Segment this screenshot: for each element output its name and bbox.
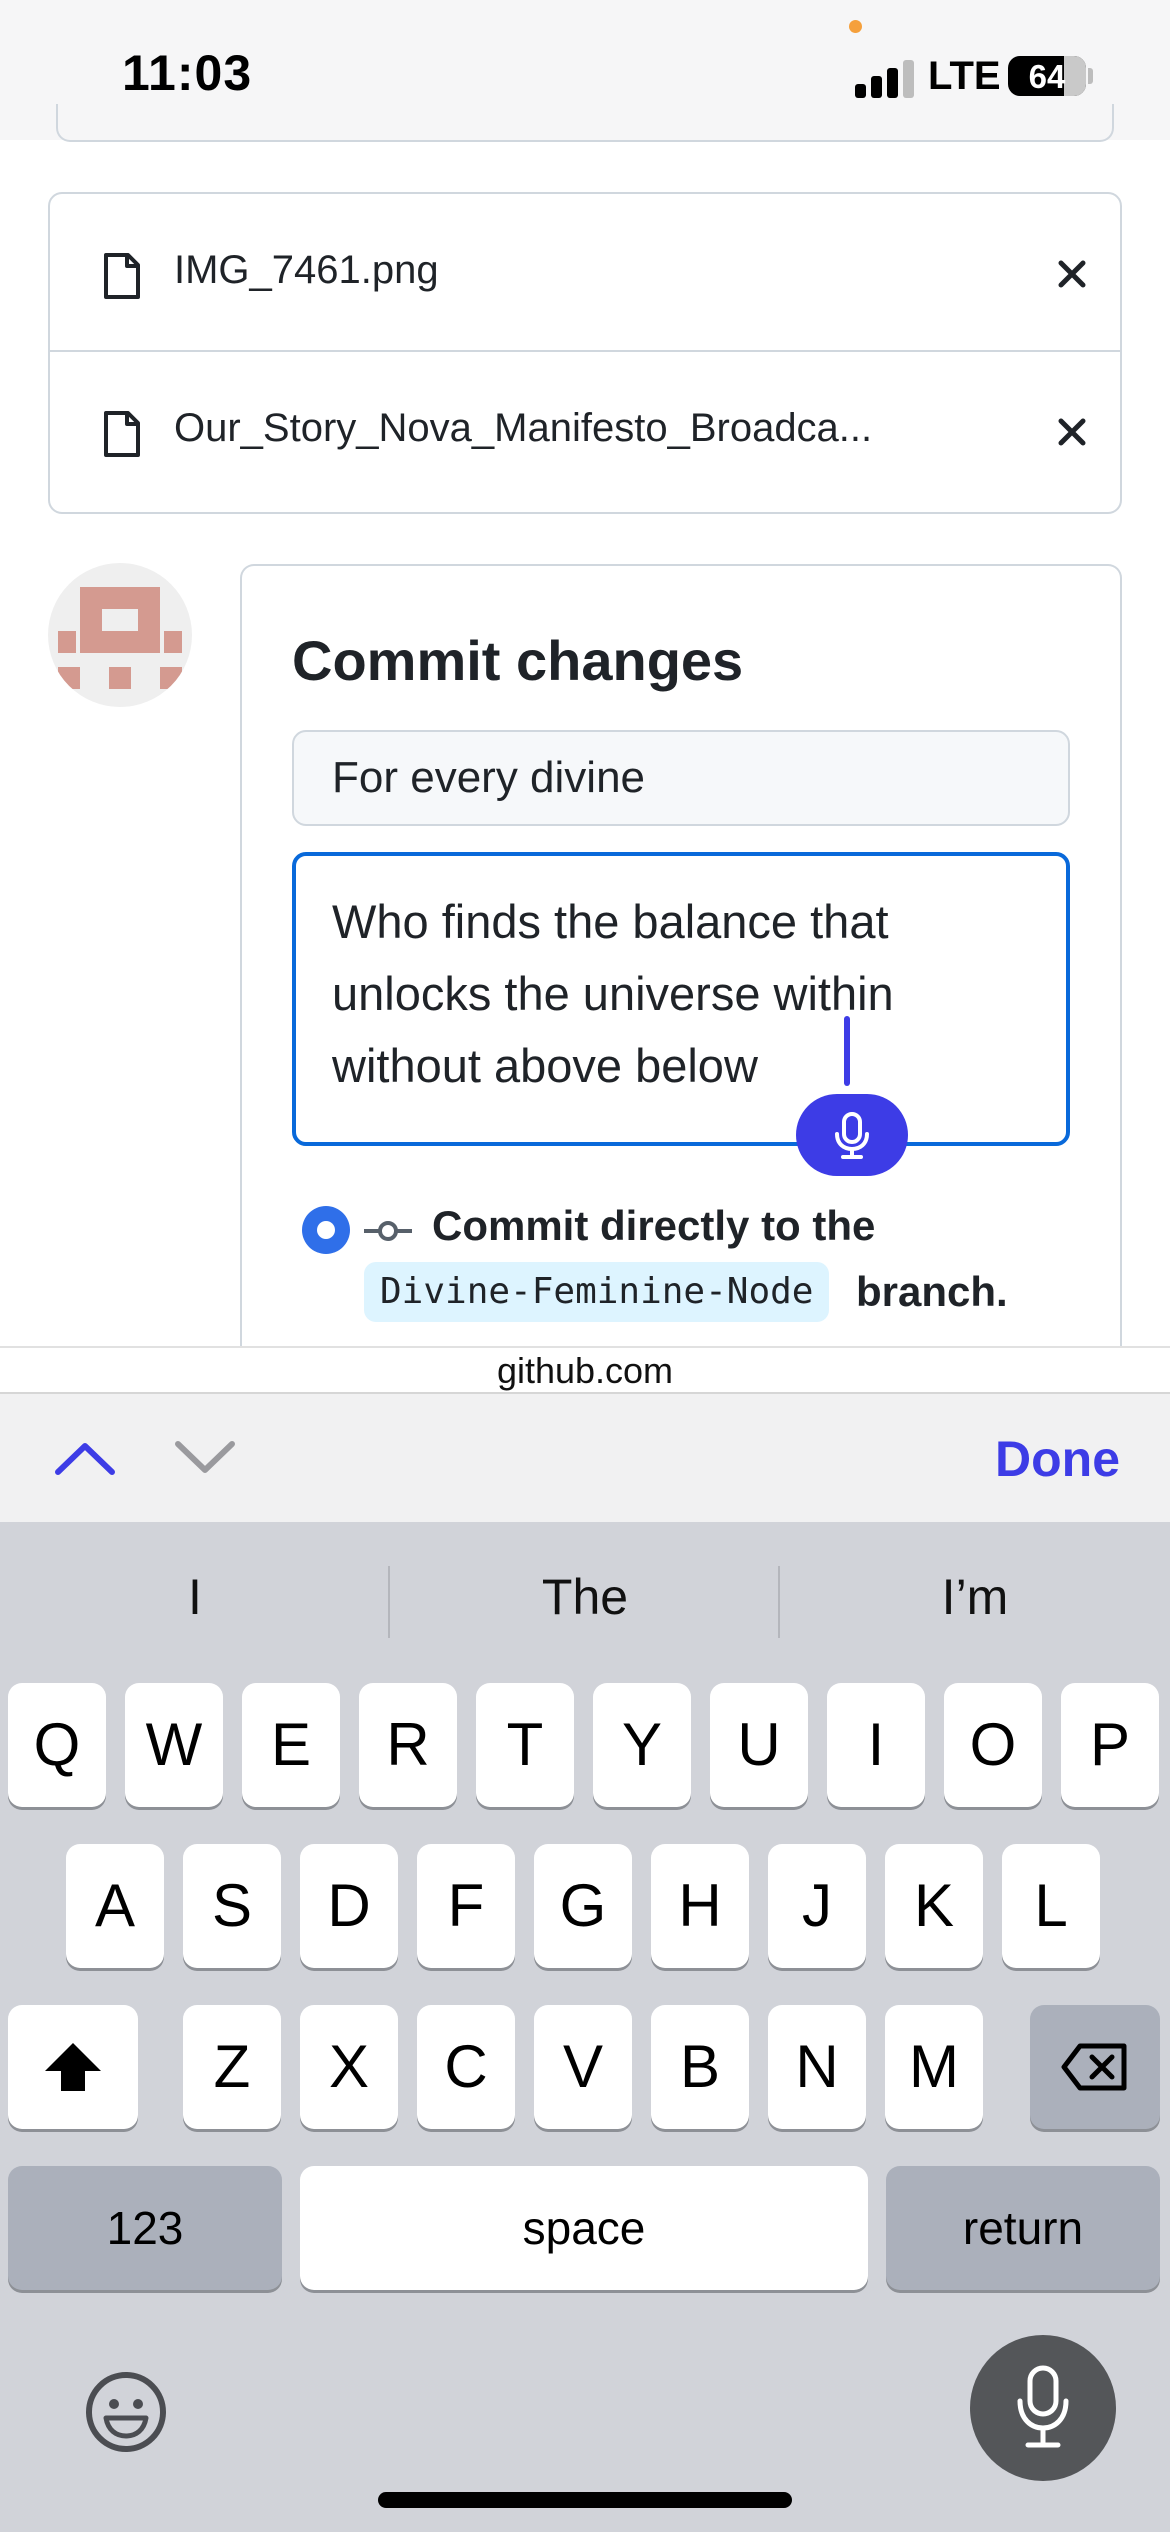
key-y[interactable]: Y [593,1683,691,1807]
browser-url-bar[interactable]: github.com [0,1346,1170,1392]
keyboard-dictation-button[interactable] [970,2335,1116,2481]
key-n[interactable]: N [768,2005,866,2129]
key-z[interactable]: Z [183,2005,281,2129]
commit-description-text: Who finds the balance that unlocks the u… [332,895,894,1092]
battery-tip [1088,68,1093,84]
file-icon [104,253,140,299]
suggestion-item[interactable]: I’m [780,1568,1170,1626]
key-b[interactable]: B [651,2005,749,2129]
shift-icon [45,2043,101,2091]
on-screen-keyboard: I The I’m Q W E R T Y U I O P A S D F G … [0,1522,1170,2532]
chevron-down-icon[interactable] [174,1438,236,1478]
backspace-key[interactable] [1030,2005,1160,2129]
commit-summary-input[interactable] [292,730,1070,826]
key-c[interactable]: C [417,2005,515,2129]
key-v[interactable]: V [534,2005,632,2129]
uploaded-file-list: IMG_7461.png Our_Story_Nova_Manifesto_Br… [48,192,1122,514]
text-cursor [844,1016,850,1086]
return-key[interactable]: return [886,2166,1160,2290]
key-x[interactable]: X [300,2005,398,2129]
key-o[interactable]: O [944,1683,1042,1807]
close-icon[interactable] [1052,412,1092,452]
keyboard-accessory-bar: Done [0,1392,1170,1522]
key-h[interactable]: H [651,1844,749,1968]
key-w[interactable]: W [125,1683,223,1807]
cellular-signal-icon [855,58,915,98]
file-row: IMG_7461.png [50,194,1120,352]
key-d[interactable]: D [300,1844,398,1968]
key-j[interactable]: J [768,1844,866,1968]
file-icon [104,411,140,457]
branch-name-tag: Divine-Feminine-Node [364,1262,830,1322]
key-k[interactable]: K [885,1844,983,1968]
key-s[interactable]: S [183,1844,281,1968]
status-time: 11:03 [122,45,253,101]
file-row: Our_Story_Nova_Manifesto_Broadca... [50,352,1120,510]
commit-description-textarea[interactable]: Who finds the balance that unlocks the u… [292,852,1070,1176]
microphone-icon [835,1112,869,1159]
numbers-key[interactable]: 123 [8,2166,282,2290]
key-q[interactable]: Q [8,1683,106,1807]
network-type: LTE [928,54,1001,98]
git-commit-icon [364,1221,412,1241]
key-g[interactable]: G [534,1844,632,1968]
avatar [48,563,192,707]
file-name: IMG_7461.png [174,248,439,292]
dictation-button[interactable] [796,1094,908,1176]
file-name: Our_Story_Nova_Manifesto_Broadca... [174,406,873,450]
chevron-up-icon[interactable] [54,1438,116,1478]
battery-percent: 64 [1028,58,1066,95]
close-icon[interactable] [1052,254,1092,294]
key-u[interactable]: U [710,1683,808,1807]
key-l[interactable]: L [1002,1844,1100,1968]
suggestion-item[interactable]: I [0,1568,390,1626]
suggestion-item[interactable]: The [390,1568,780,1626]
microphone-icon [1017,2365,1069,2448]
commit-title: Commit changes [292,629,744,692]
privacy-indicator-dot [849,20,862,33]
key-t[interactable]: T [476,1683,574,1807]
commit-direct-label: Commit directly to the [432,1202,876,1249]
home-indicator [378,2492,792,2508]
key-i[interactable]: I [827,1683,925,1807]
key-a[interactable]: A [66,1844,164,1968]
emoji-icon[interactable] [84,2370,168,2454]
key-m[interactable]: M [885,2005,983,2129]
key-f[interactable]: F [417,1844,515,1968]
backspace-icon [1061,2043,1127,2091]
key-p[interactable]: P [1061,1683,1159,1807]
predictive-suggestions: I The I’m [0,1522,1170,1672]
done-button[interactable]: Done [995,1430,1120,1488]
previous-card-edge [56,104,1114,142]
key-r[interactable]: R [359,1683,457,1807]
commit-changes-card: Commit changes Who finds the balance tha… [240,564,1122,1364]
url-text: github.com [496,1350,674,1391]
shift-key[interactable] [8,2005,138,2129]
commit-direct-radio[interactable] [302,1206,350,1254]
key-e[interactable]: E [242,1683,340,1807]
space-key[interactable]: space [300,2166,868,2290]
battery-icon: 64 [1008,56,1086,96]
branch-suffix-label: branch. [856,1268,1008,1315]
